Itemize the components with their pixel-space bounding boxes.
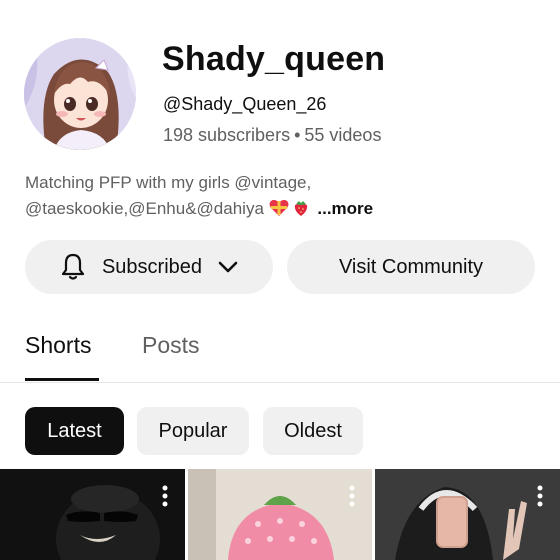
channel-description[interactable]: Matching PFP with my girls @vintage, @ta… — [25, 170, 545, 222]
more-vert-icon[interactable] — [537, 485, 543, 507]
video-count: 55 videos — [304, 125, 382, 145]
description-line-2: @taeskookie,@Enhu&@dahiya — [25, 199, 264, 218]
subscriber-count: 198 subscribers — [163, 125, 291, 145]
channel-handle: @Shady_Queen_26 — [163, 94, 327, 114]
active-tab-indicator — [25, 378, 99, 381]
bell-icon — [61, 253, 85, 280]
thumbnail-image — [0, 469, 185, 560]
more-link[interactable]: ...more — [317, 199, 373, 218]
thumbnail-image — [375, 469, 560, 560]
short-thumbnail[interactable] — [375, 469, 560, 560]
avatar-illustration — [24, 38, 136, 150]
more-vert-icon[interactable] — [162, 485, 168, 507]
filter-oldest-chip[interactable]: Oldest — [263, 407, 363, 455]
more-vert-icon[interactable] — [349, 485, 355, 507]
subscribed-button[interactable]: Subscribed — [25, 240, 273, 294]
heart-gift-icon — [269, 199, 289, 216]
visit-community-label: Visit Community — [338, 255, 484, 278]
filter-latest-chip[interactable]: Latest — [25, 407, 124, 455]
strawberry-icon — [294, 201, 307, 216]
stats-separator: • — [294, 125, 301, 145]
tab-shorts[interactable]: Shorts — [25, 332, 91, 359]
short-thumbnail[interactable] — [188, 469, 372, 560]
filter-popular-chip[interactable]: Popular — [137, 407, 249, 455]
channel-avatar[interactable] — [24, 38, 136, 150]
channel-stats: 198 subscribers • 55 videos — [163, 125, 381, 146]
thumbnail-image — [188, 469, 372, 560]
visit-community-button[interactable]: Visit Community — [287, 240, 535, 294]
description-line-2-row: @taeskookie,@Enhu&@dahiya ...more — [25, 196, 545, 222]
tab-posts[interactable]: Posts — [142, 332, 200, 359]
subscribed-label: Subscribed — [101, 255, 203, 278]
channel-name: Shady_queen — [162, 40, 386, 78]
channel-tabs: Shorts Posts — [0, 320, 560, 383]
description-line-1: Matching PFP with my girls @vintage, — [25, 173, 312, 192]
short-thumbnail[interactable] — [0, 469, 185, 560]
chevron-down-icon — [218, 261, 238, 273]
